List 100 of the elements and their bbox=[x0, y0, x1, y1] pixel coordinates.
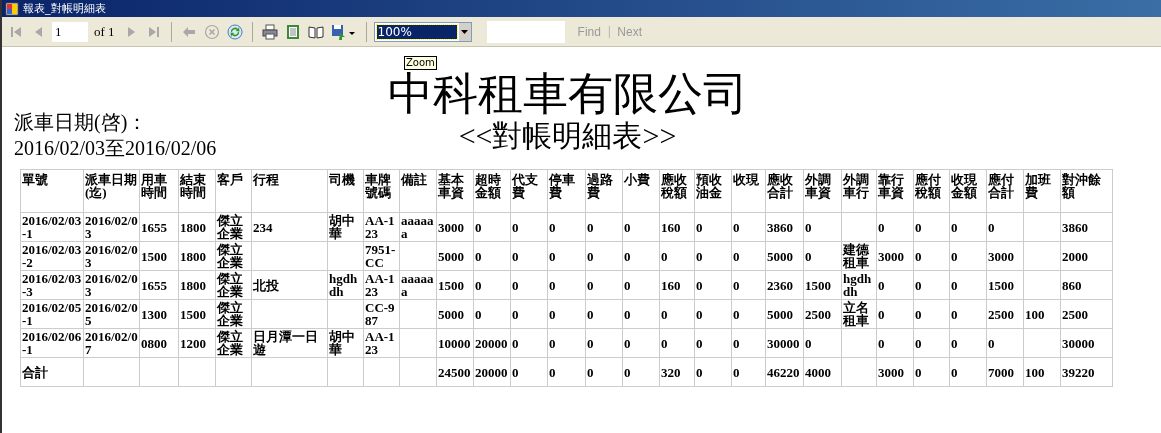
table-cell: 0 bbox=[547, 357, 586, 387]
column-header: 基本車資 bbox=[436, 169, 474, 213]
column-header: 加班費 bbox=[1023, 169, 1061, 213]
table-cell: 0 bbox=[622, 212, 660, 242]
table-cell: 0 bbox=[731, 212, 766, 242]
table-cell: 0 bbox=[731, 299, 766, 329]
app-icon bbox=[5, 1, 19, 16]
table-cell: 2500 bbox=[986, 299, 1024, 329]
column-header: 派車日期(迄) bbox=[83, 169, 140, 213]
table-cell: 0 bbox=[913, 299, 950, 329]
column-header: 代支費 bbox=[510, 169, 548, 213]
column-header: 客戶 bbox=[215, 169, 252, 213]
table-cell: 0 bbox=[547, 241, 586, 271]
table-cell: 234 bbox=[251, 212, 328, 242]
open-book-icon bbox=[307, 23, 324, 40]
table-cell: 傑立企業 bbox=[215, 241, 252, 271]
table-cell: 2016/02/07 bbox=[83, 328, 140, 358]
table-cell: AA-123 bbox=[363, 270, 400, 300]
column-header: 結束時間 bbox=[178, 169, 216, 213]
table-cell: 0 bbox=[913, 241, 950, 271]
table-cell: 0 bbox=[731, 241, 766, 271]
refresh-icon bbox=[226, 23, 243, 40]
table-cell: 0 bbox=[949, 212, 987, 242]
table-cell: 30000 bbox=[765, 328, 804, 358]
table-cell: 0 bbox=[547, 270, 586, 300]
table-cell: 0 bbox=[694, 212, 732, 242]
table-cell: 5000 bbox=[765, 241, 804, 271]
table-cell: 1655 bbox=[139, 270, 179, 300]
table-cell: 0 bbox=[547, 328, 586, 358]
table-cell: aaaaaa bbox=[399, 212, 437, 242]
printer-button[interactable] bbox=[259, 21, 280, 42]
table-cell: 1200 bbox=[178, 328, 216, 358]
table-cell: 1300 bbox=[139, 299, 179, 329]
table-cell: 160 bbox=[659, 270, 695, 300]
table-cell: 0 bbox=[585, 241, 623, 271]
table-cell: 北投 bbox=[251, 270, 328, 300]
table-cell: 1500 bbox=[436, 270, 474, 300]
table-cell: 0 bbox=[913, 357, 950, 387]
find-field[interactable] bbox=[486, 20, 565, 43]
table-cell: 0 bbox=[622, 299, 660, 329]
table-cell: 5000 bbox=[436, 299, 474, 329]
table-cell: 2016/02/03 bbox=[83, 212, 140, 242]
column-header: 靠行車資 bbox=[876, 169, 914, 213]
table-cell: 0 bbox=[694, 270, 732, 300]
table-cell: 1800 bbox=[178, 212, 216, 242]
table-cell: 7000 bbox=[986, 357, 1024, 387]
table-cell: 0 bbox=[622, 328, 660, 358]
refresh-button[interactable] bbox=[224, 21, 245, 42]
table-cell: 胡中華 bbox=[327, 328, 364, 358]
table-cell: 3000 bbox=[876, 241, 914, 271]
table-cell: 0 bbox=[876, 212, 914, 242]
table-cell: 0 bbox=[622, 357, 660, 387]
table-cell: 0 bbox=[803, 328, 842, 358]
column-header: 應付合計 bbox=[986, 169, 1024, 213]
table-cell: 0 bbox=[473, 299, 511, 329]
printer-icon bbox=[261, 23, 278, 40]
table-cell: 160 bbox=[659, 212, 695, 242]
table-cell: 1800 bbox=[178, 270, 216, 300]
table-cell: CC-987 bbox=[363, 299, 400, 329]
table-cell: 0 bbox=[913, 270, 950, 300]
table-cell: 1500 bbox=[178, 299, 216, 329]
table-cell: 0 bbox=[510, 241, 548, 271]
table-cell: 0 bbox=[585, 270, 623, 300]
page-number-field[interactable]: 1 bbox=[52, 21, 88, 42]
table-cell: 3000 bbox=[436, 212, 474, 242]
column-header: 單號 bbox=[20, 169, 84, 213]
table-cell: 0 bbox=[510, 270, 548, 300]
column-header: 外調車行 bbox=[841, 169, 877, 213]
tooltip: Zoom bbox=[404, 56, 437, 70]
table-cell: 0 bbox=[659, 299, 695, 329]
table-cell: 0 bbox=[585, 212, 623, 242]
table-cell: 傑立企業 bbox=[215, 328, 252, 358]
table-cell: 0800 bbox=[139, 328, 179, 358]
caret-icon bbox=[461, 29, 469, 34]
table-cell: hgdhdh bbox=[327, 270, 364, 300]
table-cell: 2016/02/06-1 bbox=[20, 328, 84, 358]
table-cell: 0 bbox=[585, 328, 623, 358]
table-cell: 3860 bbox=[1060, 212, 1113, 242]
table-cell: 3000 bbox=[986, 241, 1024, 271]
stop-icon bbox=[203, 23, 220, 40]
column-header: 備註 bbox=[399, 169, 437, 213]
column-header: 應收合計 bbox=[765, 169, 804, 213]
table-cell: 0 bbox=[694, 357, 732, 387]
table-cell: 日月潭一日遊 bbox=[251, 328, 328, 358]
table-cell: 0 bbox=[731, 328, 766, 358]
date-range: 2016/02/03至2016/02/06 bbox=[14, 136, 218, 161]
column-header: 過路費 bbox=[585, 169, 623, 213]
table-cell: 0 bbox=[510, 357, 548, 387]
table-cell: 0 bbox=[585, 299, 623, 329]
table-cell: 30000 bbox=[1060, 328, 1113, 358]
table-cell: 0 bbox=[803, 212, 842, 242]
table-cell: 0 bbox=[949, 270, 987, 300]
table-cell: 0 bbox=[949, 328, 987, 358]
table-cell: 0 bbox=[547, 299, 586, 329]
table-cell: 0 bbox=[731, 357, 766, 387]
report-title: <<對帳明細表>> bbox=[457, 119, 678, 154]
table-cell: 5000 bbox=[436, 241, 474, 271]
table-cell: 2500 bbox=[1060, 299, 1113, 329]
table-cell: hgdhdh bbox=[841, 270, 877, 300]
zoom-dropdown[interactable]: 100% bbox=[373, 21, 472, 42]
